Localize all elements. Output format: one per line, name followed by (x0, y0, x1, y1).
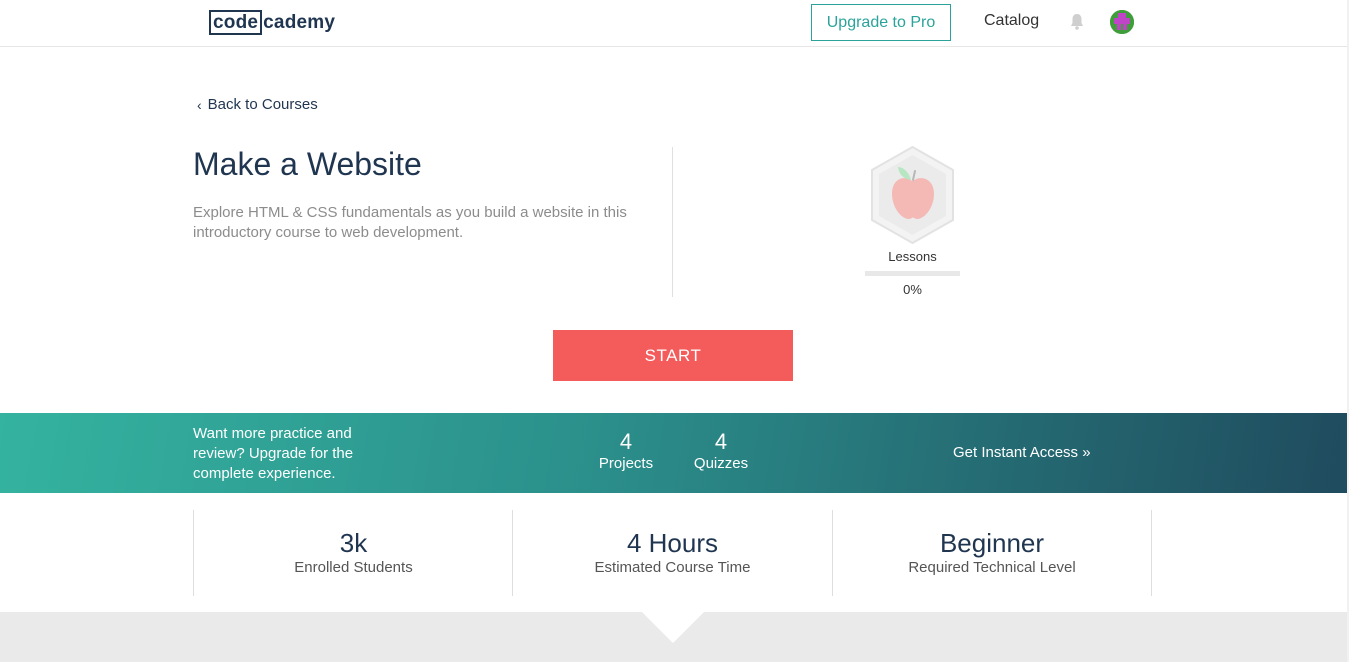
technical-level-info: Beginner Required Technical Level (832, 510, 1152, 596)
top-nav: code cademy Upgrade to Pro Catalog (0, 0, 1349, 47)
enrolled-students-label: Enrolled Students (294, 559, 413, 576)
user-avatar[interactable] (1110, 10, 1134, 34)
course-time-value: 4 Hours (626, 528, 719, 558)
promo-text: Want more practice and review? Upgrade f… (193, 425, 354, 482)
projects-label: Projects (598, 455, 654, 472)
course-time-info: 4 Hours Estimated Course Time (512, 510, 832, 596)
bell-icon[interactable] (1069, 13, 1085, 31)
quizzes-count: 4 (714, 429, 728, 454)
course-time-label: Estimated Course Time (594, 559, 751, 576)
section-notch (642, 612, 704, 643)
chevron-left-icon: ‹ (197, 96, 202, 113)
lessons-progress-bar (865, 271, 960, 276)
upgrade-promo-band: Want more practice and review? Upgrade f… (0, 413, 1349, 493)
catalog-link[interactable]: Catalog (984, 12, 1039, 30)
apple-icon (871, 145, 954, 245)
logo-code-box: code (209, 9, 263, 35)
projects-stat: 4 Projects (597, 429, 655, 473)
projects-count: 4 (619, 429, 633, 454)
technical-level-value: Beginner (939, 528, 1045, 558)
quizzes-label: Quizzes (693, 455, 749, 472)
course-title: Make a Website (193, 146, 422, 182)
logo-text: cademy (263, 11, 336, 33)
lessons-label: Lessons (888, 249, 937, 264)
avatar-pattern-icon (1110, 10, 1134, 34)
course-description: Explore HTML & CSS fundamentals as you b… (193, 204, 627, 241)
back-to-courses-label: Back to Courses (207, 96, 318, 113)
lessons-progress-percent: 0% (903, 282, 922, 297)
enrolled-students-value: 3k (339, 528, 368, 558)
start-button[interactable]: START (553, 330, 793, 381)
back-to-courses-link[interactable]: ‹ Back to Courses (197, 96, 318, 113)
upgrade-to-pro-button[interactable]: Upgrade to Pro (811, 4, 951, 41)
get-instant-access-link[interactable]: Get Instant Access » (953, 444, 1091, 461)
quizzes-stat: 4 Quizzes (692, 429, 750, 473)
technical-level-label: Required Technical Level (908, 559, 1076, 576)
codecademy-logo[interactable]: code cademy (209, 9, 335, 35)
enrolled-students-info: 3k Enrolled Students (193, 510, 513, 596)
hero-divider (672, 147, 673, 297)
